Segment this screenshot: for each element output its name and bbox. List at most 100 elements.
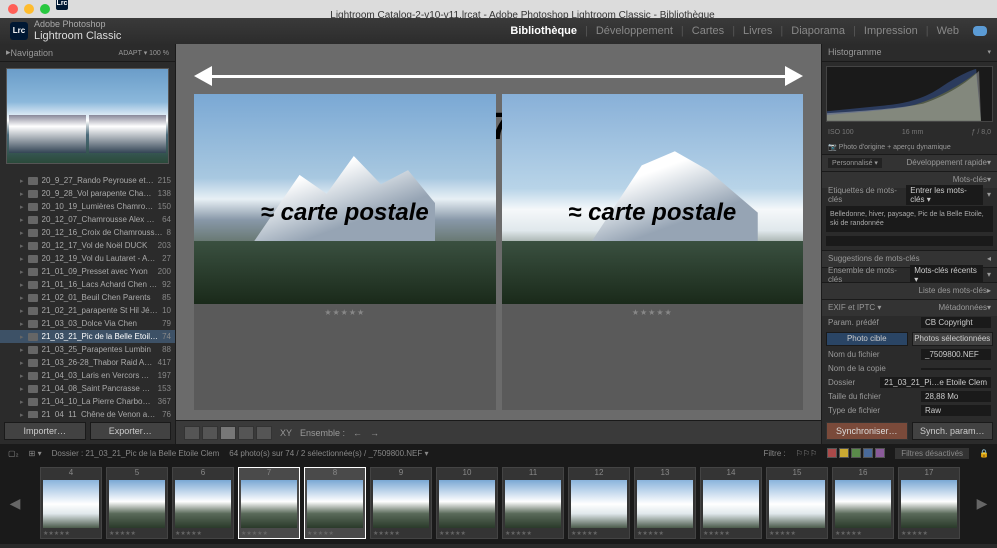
folder-row[interactable]: ▸21_01_16_Lacs Achard Chen Clé…92 bbox=[0, 278, 175, 291]
folder-row[interactable]: ▸21_01_09_Presset avec Yvon200 bbox=[0, 265, 175, 278]
folder-row[interactable]: ▸21_02_01_Beuil Chen Parents85 bbox=[0, 291, 175, 304]
module-picker: Bibliothèque| Développement| Cartes| Liv… bbox=[502, 25, 987, 37]
folder-row[interactable]: ▸21_04_03_Laris en Vercors Aigle197 bbox=[0, 369, 175, 382]
filter-lock-icon[interactable]: 🔒 bbox=[979, 449, 989, 458]
mac-titlebar: Lrc Lightroom Catalog-2-v10-v11.lrcat - … bbox=[0, 0, 997, 18]
rating-left[interactable]: ★★★★★ bbox=[324, 308, 365, 317]
color-green[interactable] bbox=[851, 448, 861, 458]
folder-icon bbox=[28, 411, 38, 419]
filmstrip-cell[interactable]: 14★★★★★ bbox=[700, 467, 762, 539]
selected-photos-tab[interactable]: Photos sélectionnées bbox=[912, 332, 994, 346]
rating-right[interactable]: ★★★★★ bbox=[632, 308, 673, 317]
metadata-header[interactable]: EXIF et IPTC ▾Métadonnées ▾ bbox=[822, 300, 997, 316]
filmstrip-cell[interactable]: 12★★★★★ bbox=[568, 467, 630, 539]
close-window-button[interactable] bbox=[8, 4, 18, 14]
flag-filter-icon[interactable]: ⚐⚐⚐ bbox=[796, 449, 818, 458]
folder-icon bbox=[28, 385, 38, 393]
folder-row[interactable]: ▸20_9_28_Vol parapente Cham…138 bbox=[0, 187, 175, 200]
module-bibliotheque[interactable]: Bibliothèque bbox=[502, 25, 585, 37]
module-cartes[interactable]: Cartes bbox=[684, 25, 732, 37]
filmstrip-cell[interactable]: 15★★★★★ bbox=[766, 467, 828, 539]
folder-row[interactable]: ▸21_03_26-28_Thabor Raid Ame…417 bbox=[0, 356, 175, 369]
folder-row[interactable]: ▸21_03_25_Parapentes Lumbin88 bbox=[0, 343, 175, 356]
folder-icon bbox=[28, 281, 38, 289]
import-button[interactable]: Importer… bbox=[4, 422, 86, 440]
next-icon[interactable]: → bbox=[370, 428, 379, 438]
filters-off-label[interactable]: Filtres désactivés bbox=[895, 448, 969, 459]
folder-row[interactable]: ▸21_04_10_La Pierre Charbonni…367 bbox=[0, 395, 175, 408]
module-web[interactable]: Web bbox=[929, 25, 967, 37]
right-panel: Histogramme ▾ ISO 10016 mmƒ / 8,0 📷 Phot… bbox=[821, 44, 997, 444]
sync-settings-button[interactable]: Synch. param… bbox=[912, 422, 994, 440]
folder-row[interactable]: ▸20_12_16_Croix de Chamrousse…8 bbox=[0, 226, 175, 239]
folder-row[interactable]: ▸21_03_03_Dolce Via Chen79 bbox=[0, 317, 175, 330]
grid-hint-icon[interactable]: ⊞ ▾ bbox=[29, 449, 42, 458]
photo-right[interactable]: ≈ carte postale bbox=[502, 94, 804, 304]
filmstrip-cell[interactable]: 4★★★★★ bbox=[40, 467, 102, 539]
folder-icon bbox=[28, 398, 38, 406]
filmstrip-cell[interactable]: 11★★★★★ bbox=[502, 467, 564, 539]
compare-view-icon[interactable] bbox=[220, 426, 236, 440]
folder-icon bbox=[28, 359, 38, 367]
zoom-window-button[interactable] bbox=[40, 4, 50, 14]
filmstrip-cell[interactable]: 16★★★★★ bbox=[832, 467, 894, 539]
color-yellow[interactable] bbox=[839, 448, 849, 458]
folder-row[interactable]: ▸21_04_08_Saint Pancrasse grim…153 bbox=[0, 382, 175, 395]
color-purple[interactable] bbox=[875, 448, 885, 458]
folder-row[interactable]: ▸20_12_17_Vol de Noël DUCK203 bbox=[0, 239, 175, 252]
secondary-monitor-icon[interactable]: ▢₂ bbox=[8, 449, 19, 458]
left-panel: ▸ Navigation ADAPT ▾ 100 % ▸20_9_27_Rand… bbox=[0, 44, 176, 444]
sync-button[interactable]: Synchroniser… bbox=[826, 422, 908, 440]
keywords-field[interactable]: Belledonne, hiver, paysage, Pic de la Be… bbox=[826, 206, 993, 232]
folder-row[interactable]: ▸21_02_21_parapente St Hil Jéro…10 bbox=[0, 304, 175, 317]
keywords-entry[interactable] bbox=[826, 236, 993, 246]
filmstrip-cell[interactable]: 10★★★★★ bbox=[436, 467, 498, 539]
filmstrip-prev[interactable]: ◀ bbox=[0, 462, 30, 544]
folder-row[interactable]: ▸21_03_21_Pic de la Belle Etoil…74 bbox=[0, 330, 175, 343]
target-photo-tab[interactable]: Photo cible bbox=[826, 332, 908, 346]
navigator-header[interactable]: ▸ Navigation ADAPT ▾ 100 % bbox=[0, 44, 175, 62]
breadcrumb-path[interactable]: Dossier : 21_03_21_Pic de la Belle Etoil… bbox=[52, 449, 220, 458]
folder-row[interactable]: ▸20_12_07_Chamrousse Alex P…64 bbox=[0, 213, 175, 226]
folder-icon bbox=[28, 242, 38, 250]
kw-list-header[interactable]: Liste des mots-clés ▸ bbox=[822, 283, 997, 299]
folder-icon bbox=[28, 190, 38, 198]
filmstrip-cell[interactable]: 13★★★★★ bbox=[634, 467, 696, 539]
brand-line2: Lightroom Classic bbox=[34, 30, 121, 42]
survey-view-icon[interactable] bbox=[238, 426, 254, 440]
grid-view-icon[interactable] bbox=[184, 426, 200, 440]
people-view-icon[interactable] bbox=[256, 426, 272, 440]
filmstrip-cell[interactable]: 5★★★★★ bbox=[106, 467, 168, 539]
quickdev-header[interactable]: Personnalisé ▾Développement rapide ▾ bbox=[822, 155, 997, 171]
module-impression[interactable]: Impression bbox=[856, 25, 926, 37]
module-developpement[interactable]: Développement bbox=[588, 25, 681, 37]
filmstrip-cell[interactable]: 8★★★★★ bbox=[304, 467, 366, 539]
cloud-sync-icon[interactable] bbox=[973, 26, 987, 36]
navigator-thumbnail[interactable] bbox=[6, 68, 169, 164]
filmstrip-next[interactable]: ▶ bbox=[967, 462, 997, 544]
photo-left[interactable]: ≈ carte postale bbox=[194, 94, 496, 304]
export-button[interactable]: Exporter… bbox=[90, 422, 172, 440]
minimize-window-button[interactable] bbox=[24, 4, 34, 14]
folder-row[interactable]: ▸20_12_19_Vol du Lautaret - Avel…27 bbox=[0, 252, 175, 265]
color-red[interactable] bbox=[827, 448, 837, 458]
histogram[interactable] bbox=[826, 66, 993, 122]
color-blue[interactable] bbox=[863, 448, 873, 458]
folder-icon bbox=[28, 333, 38, 341]
folder-icon bbox=[28, 177, 38, 185]
photo-right-cell[interactable]: ≈ carte postale ★★★★★ bbox=[502, 94, 804, 410]
brand: Lrc Adobe Photoshop Lightroom Classic bbox=[10, 20, 121, 42]
filmstrip-cell[interactable]: 17★★★★★ bbox=[898, 467, 960, 539]
folder-row[interactable]: ▸20_10_19_Lumières Chamrouss…150 bbox=[0, 200, 175, 213]
histogram-header[interactable]: Histogramme ▾ bbox=[822, 44, 997, 62]
folder-row[interactable]: ▸21_04_11_Chêne de Venon avec…76 bbox=[0, 408, 175, 418]
filmstrip-cell[interactable]: 9★★★★★ bbox=[370, 467, 432, 539]
module-livres[interactable]: Livres bbox=[735, 25, 780, 37]
folder-row[interactable]: ▸20_9_27_Rando Peyrouse et S…215 bbox=[0, 174, 175, 187]
photo-left-cell[interactable]: ≈ carte postale ★★★★★ bbox=[194, 94, 496, 410]
filmstrip-cell[interactable]: 7★★★★★ bbox=[238, 467, 300, 539]
prev-icon[interactable]: ← bbox=[353, 428, 362, 438]
filmstrip-cell[interactable]: 6★★★★★ bbox=[172, 467, 234, 539]
module-diaporama[interactable]: Diaporama bbox=[783, 25, 853, 37]
loupe-view-icon[interactable] bbox=[202, 426, 218, 440]
